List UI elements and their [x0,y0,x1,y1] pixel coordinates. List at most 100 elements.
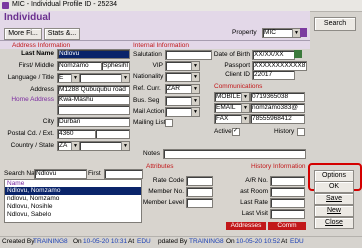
page-title: Individual [4,12,51,23]
mail-action-select[interactable]: ▼ [165,107,200,117]
passport-label: Passport [224,62,250,69]
chevron-down-icon[interactable]: ▼ [241,115,249,123]
chevron-down-icon[interactable]: ▼ [191,97,199,105]
comm-type-value: EMAIL [216,104,236,111]
comm-type-select[interactable]: MOBILE ▼ [214,92,250,102]
member-no-field[interactable] [186,187,213,197]
save-button[interactable]: Save [314,193,354,205]
chevron-down-icon[interactable]: ▼ [121,74,129,82]
stats-button[interactable]: Stats &... [44,28,80,40]
search-button[interactable]: Search [314,17,356,31]
chevron-down-icon[interactable]: ▼ [191,85,199,93]
comm-button[interactable]: Comm [268,222,306,230]
comm-type-select[interactable]: EMAIL ▼ [214,103,250,113]
mail-action-label: Mail Action [133,108,165,115]
first-middle-label: First/ Middle [18,62,54,69]
vip-select[interactable]: ▼ [165,61,200,71]
new-button[interactable]: New [314,205,354,217]
address-line2-field[interactable]: Kwa-Mashu [57,95,130,105]
list-item[interactable]: ndlovu, Nomzamo [5,195,141,203]
last-visit-field[interactable] [270,209,305,219]
bus-seg-select[interactable]: ▼ [165,96,200,106]
comm-value-field[interactable]: 78555968412 [250,114,305,124]
ref-curr-value: ZAR [167,85,180,92]
address-line1-field[interactable]: M1288 Qubuqubu road [57,85,130,95]
address-label: Address [30,86,54,93]
chevron-down-icon[interactable]: ▼ [191,108,199,116]
window-title: MIC - Individual Profile ID - 25234 [12,1,118,8]
last-room-field[interactable] [270,187,305,197]
list-item[interactable]: Ndlovu, Sabelo [5,211,141,219]
search-first-field[interactable] [104,169,143,179]
rate-code-label: Rate Code [152,177,184,184]
history-checkbox[interactable] [297,128,305,136]
rate-code-field[interactable] [186,176,213,186]
address-line3-field[interactable] [57,105,130,115]
list-item[interactable]: Ndlovu, Nosihle [5,203,141,211]
active-checkbox[interactable] [232,128,240,136]
chevron-down-icon[interactable]: ▼ [292,29,300,37]
city-field[interactable]: Durban [57,117,130,127]
postal-ext-field[interactable] [95,129,130,139]
created-at-label: At [128,238,135,245]
country-value: ZA [59,142,68,149]
postal-field[interactable]: 4360 [57,129,96,139]
salutation-field[interactable] [165,50,212,60]
calendar-icon[interactable] [294,50,302,58]
member-level-field[interactable] [186,198,213,208]
title-select[interactable]: ▼ [79,73,130,83]
postal-label: Postal Cd. / Ext. [7,130,54,137]
close-button[interactable]: Close [314,217,354,229]
updated-by-label: pdated By [158,238,188,245]
chevron-down-icon[interactable]: ▼ [71,142,79,150]
last-rate-field[interactable] [270,198,305,208]
divider [0,40,310,41]
comm-type-select[interactable]: FAX ▼ [214,114,250,124]
chevron-down-icon[interactable]: ▼ [191,73,199,81]
chevron-down-icon[interactable]: ▼ [241,104,249,112]
language-title-label: Language / Title [7,74,54,81]
ref-curr-select[interactable]: ZAR ▼ [165,84,200,94]
notes-field[interactable] [163,149,306,159]
chevron-down-icon[interactable]: ▼ [121,142,129,150]
nationality-label: Nationality [133,73,164,80]
language-select[interactable]: E ▼ [57,73,80,83]
state-select[interactable]: ▼ [79,141,130,151]
client-id-label: Client ID [225,71,250,78]
internal-section-title: Internal Information [133,42,190,49]
mailing-list-label: Mailing List [133,119,166,126]
nationality-select[interactable]: ▼ [165,72,200,82]
last-name-label: Last Name [21,50,54,57]
mailing-list-checkbox[interactable] [165,119,173,127]
member-no-label: Member No. [148,188,184,195]
language-value: E [59,74,64,81]
vip-label: VIP [152,62,163,69]
middle-name-field[interactable]: Sphesihl [101,61,130,71]
search-results-list[interactable]: Name Ndlovu, Nomzamo ndlovu, Nomzamo Ndl… [4,179,142,223]
last-rate-label: Last Rate [240,199,268,206]
comm-value-field[interactable]: nomzamo383@ [250,103,305,113]
city-label: City [42,118,54,125]
addresses-button[interactable]: Addresses [226,222,266,230]
updated-on-label: On [226,238,235,245]
country-select[interactable]: ZA ▼ [57,141,80,151]
comm-value-field[interactable]: 0719365038 [250,92,305,102]
chevron-down-icon[interactable]: ▼ [241,93,249,101]
dob-field[interactable]: XX/XX/XX [252,50,295,60]
more-fields-button[interactable]: More Fi... [4,28,42,40]
client-id-field[interactable]: 22017 [252,70,295,80]
last-name-field[interactable]: Ndlovu [57,49,130,59]
ok-button[interactable]: OK [314,181,354,193]
list-item[interactable]: Ndlovu, Nomzamo [5,187,141,195]
comm-type-value: MOBILE [216,93,241,100]
property-select[interactable]: MIC ▼ [262,28,301,38]
ar-no-field[interactable] [270,176,305,186]
created-on-label: On [73,238,82,245]
chevron-down-icon[interactable]: ▼ [71,74,79,82]
history-info-title: History Information [251,163,306,170]
chevron-down-icon[interactable]: ▼ [191,62,199,70]
country-state-label: Country / State [10,142,54,149]
first-name-field[interactable]: Nomzamo [57,61,102,71]
search-name-field[interactable]: Ndlovu [34,169,87,179]
created-on-value: 10-05-20 10:31 [83,238,128,245]
